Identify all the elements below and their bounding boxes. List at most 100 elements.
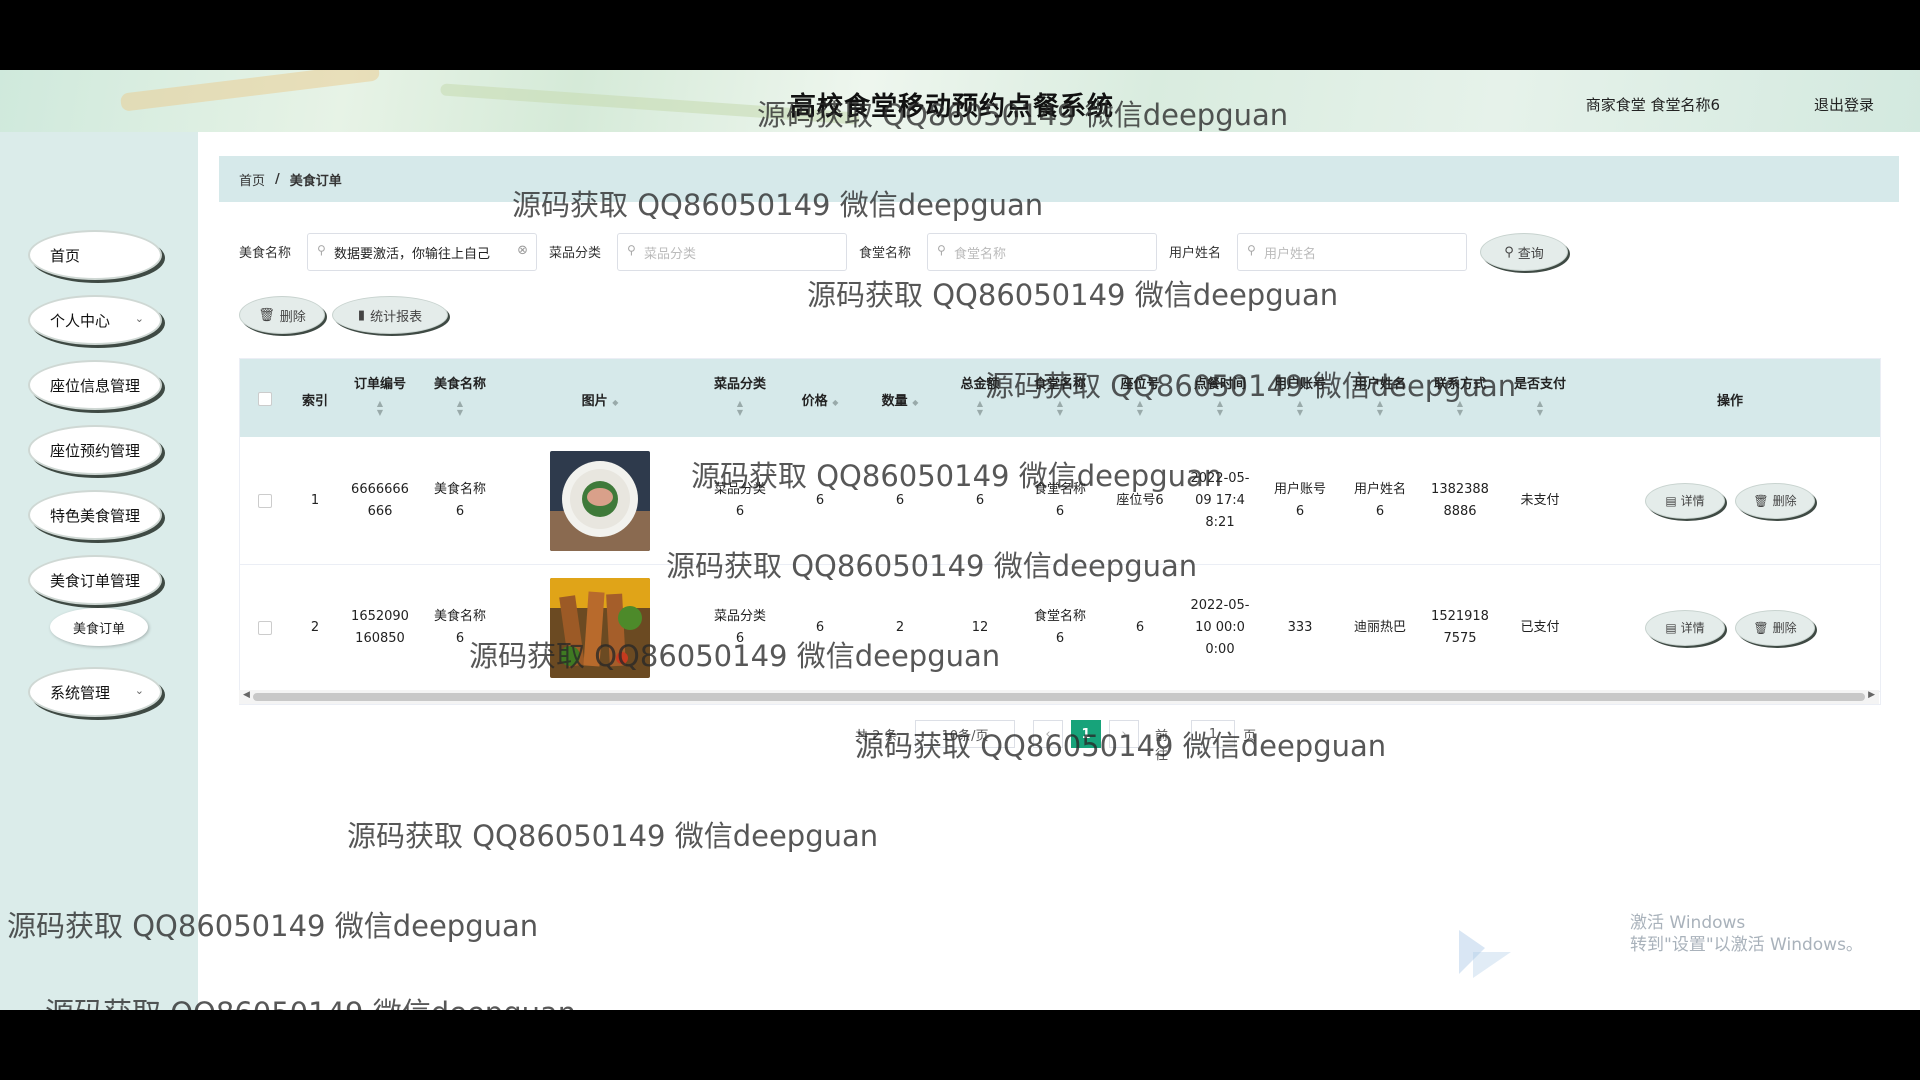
- activation-subtitle: 转到"设置"以激活 Windows。: [1630, 935, 1863, 955]
- sort-icon[interactable]: ▲ ▼: [1340, 399, 1420, 417]
- sort-icon[interactable]: ◆: [612, 398, 618, 407]
- sidebar-item-system[interactable]: 系统管理 ⌄: [28, 667, 162, 717]
- row-select[interactable]: [240, 437, 290, 564]
- cell-time: 2022-05-10 00:00:00: [1190, 597, 1250, 657]
- sort-icon[interactable]: ▲ ▼: [420, 399, 500, 417]
- sidebar-item-label: 座位预约管理: [50, 441, 141, 460]
- select-all-checkbox[interactable]: [258, 392, 272, 406]
- trash-icon: 🗑: [1753, 493, 1769, 508]
- sort-icon[interactable]: ▲ ▼: [700, 399, 780, 417]
- delete-button[interactable]: 🗑 删除: [1735, 609, 1815, 646]
- horizontal-scrollbar[interactable]: ◀ ▶: [239, 690, 1879, 704]
- cell-qty: 6: [895, 492, 905, 508]
- cell-price: 6: [815, 492, 825, 508]
- detail-button[interactable]: ▤ 详情: [1645, 609, 1725, 646]
- report-button[interactable]: ▮ 统计报表: [332, 296, 448, 334]
- food-name-label: 美食名称: [239, 246, 292, 261]
- col-paid[interactable]: 是否支付 ▲ ▼: [1500, 359, 1580, 437]
- row-checkbox[interactable]: [258, 493, 272, 508]
- goto-page-input[interactable]: 1: [1191, 720, 1235, 748]
- canteen-input[interactable]: ⚲ 食堂名称: [927, 233, 1157, 271]
- category-label: 菜品分类: [549, 246, 602, 261]
- row-checkbox[interactable]: [258, 620, 272, 635]
- cell-image: [500, 437, 700, 564]
- search-icon: ⚲: [937, 243, 946, 257]
- sort-icon[interactable]: ▲ ▼: [1100, 399, 1180, 417]
- header-select-all[interactable]: [240, 359, 290, 437]
- cell-food-name: 美食名称6: [433, 608, 486, 646]
- col-total[interactable]: 总金额 ▲ ▼: [940, 359, 1020, 437]
- row-select[interactable]: [240, 564, 290, 691]
- breadcrumb-home[interactable]: 首页: [239, 170, 265, 189]
- food-image[interactable]: [550, 577, 650, 678]
- table-row: 2 1652090160850 美食名称6 菜品分类6 6 2 12 食堂名称6…: [240, 564, 1880, 692]
- sort-icon[interactable]: ▲ ▼: [1260, 399, 1340, 417]
- col-phone[interactable]: 联系方式 ▲ ▼: [1420, 359, 1500, 437]
- sidebar-item-special-food[interactable]: 特色美食管理: [28, 490, 162, 540]
- col-qty[interactable]: 数量 ◆: [860, 359, 940, 437]
- col-canteen[interactable]: 食堂名称 ▲ ▼: [1020, 359, 1100, 437]
- sort-icon[interactable]: ▲ ▼: [1020, 399, 1100, 417]
- cell-canteen: 食堂名称6: [1033, 608, 1086, 646]
- col-account[interactable]: 用户账号 ▲ ▼: [1260, 359, 1340, 437]
- sidebar-item-label: 个人中心: [50, 311, 111, 330]
- cell-actions: ▤ 详情 🗑 删除: [1580, 437, 1880, 564]
- trash-icon: 🗑: [1753, 620, 1769, 635]
- bar-chart-icon: ▮: [357, 307, 366, 323]
- query-button[interactable]: ⚲ 查询: [1480, 233, 1568, 271]
- logout-link[interactable]: 退出登录: [1814, 94, 1874, 115]
- col-order-no[interactable]: 订单编号 ▲ ▼: [340, 359, 420, 437]
- sort-icon[interactable]: ◆: [832, 398, 838, 407]
- goto-page-value: 1: [1208, 726, 1218, 742]
- clear-icon[interactable]: ⊗: [517, 243, 528, 258]
- scrollbar-thumb[interactable]: [253, 693, 1865, 701]
- username-input[interactable]: ⚲ 用户姓名: [1237, 233, 1467, 271]
- sort-icon[interactable]: ▲ ▼: [1180, 399, 1260, 417]
- category-placeholder: 菜品分类: [644, 246, 697, 262]
- sort-icon[interactable]: ▲ ▼: [1500, 399, 1580, 417]
- sidebar-item-food-orders[interactable]: 美食订单管理: [28, 555, 162, 605]
- sidebar-item-label: 美食订单管理: [50, 571, 141, 590]
- sort-icon[interactable]: ▲ ▼: [1420, 399, 1500, 417]
- col-seat[interactable]: 座位号 ▲ ▼: [1100, 359, 1180, 437]
- sidebar-item-profile[interactable]: 个人中心 ⌄: [28, 295, 162, 345]
- sort-icon[interactable]: ◆: [912, 398, 918, 407]
- food-name-input[interactable]: ⚲ 数据要激活，你输往上自己 ⊗: [307, 233, 537, 271]
- sort-icon[interactable]: ▲ ▼: [940, 399, 1020, 417]
- search-icon: ⚲: [627, 243, 636, 257]
- goto-unit: 页: [1243, 729, 1257, 744]
- watermark-text: 源码获取 QQ86050149 微信deepguan: [347, 819, 879, 853]
- page-number-current[interactable]: 1: [1071, 720, 1101, 748]
- cell-category: 菜品分类6: [713, 481, 766, 519]
- next-page-button[interactable]: ›: [1109, 720, 1139, 748]
- cell-phone: 15219187575: [1431, 608, 1489, 646]
- cell-price: 6: [815, 619, 825, 635]
- scroll-left-icon[interactable]: ◀: [243, 690, 250, 700]
- cell-phone: 13823888886: [1431, 481, 1489, 519]
- sidebar-item-seat-booking[interactable]: 座位预约管理: [28, 425, 162, 475]
- prev-page-button[interactable]: ‹: [1033, 720, 1063, 748]
- col-category[interactable]: 菜品分类 ▲ ▼: [700, 359, 780, 437]
- category-input[interactable]: ⚲ 菜品分类: [617, 233, 847, 271]
- delete-label: 删除: [1772, 493, 1797, 508]
- sidebar-item-seat-info[interactable]: 座位信息管理: [28, 360, 162, 410]
- cell-account: 用户账号6: [1273, 481, 1326, 519]
- table-header: 索引 订单编号 ▲ ▼ 美食名称 ▲ ▼ 图片 ◆ 菜品分类 ▲ ▼ 价格 ◆ 数量 ◆ 总…: [240, 359, 1880, 437]
- detail-button[interactable]: ▤ 详情: [1645, 482, 1725, 519]
- page-size-select[interactable]: 10条/页: [915, 720, 1015, 748]
- col-price[interactable]: 价格 ◆: [780, 359, 860, 437]
- sidebar-item-home[interactable]: 首页: [28, 230, 162, 280]
- orders-table: 索引 订单编号 ▲ ▼ 美食名称 ▲ ▼ 图片 ◆ 菜品分类 ▲ ▼ 价格 ◆ 数量 ◆ 总…: [239, 358, 1881, 705]
- col-food-name[interactable]: 美食名称 ▲ ▼: [420, 359, 500, 437]
- col-user-name[interactable]: 用户姓名 ▲ ▼: [1340, 359, 1420, 437]
- cell-total: 12: [971, 619, 989, 635]
- col-time[interactable]: 点餐时间 ▲ ▼: [1180, 359, 1260, 437]
- food-image[interactable]: [550, 450, 650, 551]
- sidebar-subitem-food-order[interactable]: 美食订单: [50, 608, 148, 646]
- cell-image: [500, 564, 700, 691]
- col-image[interactable]: 图片 ◆: [500, 359, 700, 437]
- sort-icon[interactable]: ▲ ▼: [340, 399, 420, 417]
- batch-delete-button[interactable]: 🗑 删除: [239, 296, 325, 334]
- delete-button[interactable]: 🗑 删除: [1735, 482, 1815, 519]
- scroll-right-icon[interactable]: ▶: [1868, 690, 1875, 700]
